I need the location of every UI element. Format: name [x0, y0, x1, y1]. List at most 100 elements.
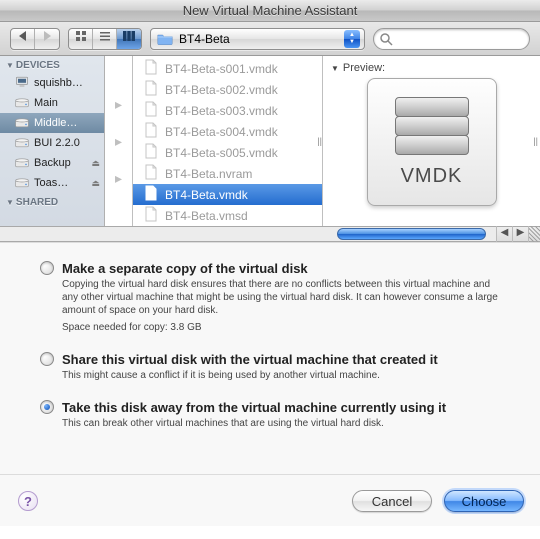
options-sheet: Make a separate copy of the virtual disk… [0, 242, 540, 474]
file-row[interactable]: BT4-Beta.nvram [133, 163, 322, 184]
sidebar-item[interactable]: Toas… ⏏ [0, 173, 104, 193]
sidebar-item[interactable]: squishb… [0, 73, 104, 93]
file-preview-icon: VMDK [367, 78, 497, 206]
file-row[interactable]: BT4-Beta-s005.vmdk [133, 142, 322, 163]
drive-icon [14, 95, 30, 112]
sidebar-shared-header: ▼SHARED [0, 193, 104, 210]
scrollbar-track[interactable] [0, 227, 496, 241]
file-name: BT4-Beta.vmdk [165, 188, 248, 202]
choose-button[interactable]: Choose [444, 490, 524, 512]
sidebar-item-label: BUI 2.2.0 [34, 137, 80, 149]
column-resize-handle[interactable]: || [317, 137, 322, 145]
drive-icon [14, 135, 30, 152]
drive-icon [14, 175, 30, 192]
path-popup[interactable]: BT4-Beta [150, 28, 365, 50]
document-icon [143, 59, 159, 78]
browser-resize-grip[interactable] [528, 226, 540, 242]
option-radio[interactable] [40, 261, 54, 275]
sidebar-devices-header: ▼DEVICES [0, 56, 104, 73]
option-description: This might cause a conflict if it is bei… [62, 369, 510, 382]
option-description: This can break other virtual machines th… [62, 417, 510, 430]
cancel-button[interactable]: Cancel [352, 490, 432, 512]
disk-option: Make a separate copy of the virtual disk… [40, 261, 510, 334]
column-view: ▸ ▸ ▸ BT4-Beta-s001.vmdk BT4-Beta-s002.vm… [105, 56, 540, 226]
eject-icon[interactable]: ⏏ [91, 158, 100, 169]
file-browser: ▼DEVICES squishb… Main Middle… BUI 2.2.0 Bac… [0, 56, 540, 226]
file-row[interactable]: BT4-Beta.vmsd [133, 205, 322, 226]
drive-icon [14, 155, 30, 172]
document-icon [143, 143, 159, 162]
column-resize-handle[interactable]: || [533, 137, 538, 145]
window-titlebar: New Virtual Machine Assistant [0, 0, 540, 22]
document-icon [143, 164, 159, 183]
document-icon [143, 185, 159, 204]
file-name: BT4-Beta.nvram [165, 167, 252, 181]
path-label: BT4-Beta [179, 32, 338, 46]
scrollbar-thumb[interactable] [337, 228, 486, 240]
toolbar: BT4-Beta [0, 22, 540, 56]
search-input[interactable] [373, 28, 530, 50]
option-radio[interactable] [40, 400, 54, 414]
drive-icon [14, 115, 30, 132]
document-icon [143, 80, 159, 99]
columns-icon [122, 29, 136, 43]
option-title: Take this disk away from the virtual mac… [62, 400, 446, 415]
sidebar-item-label: Toas… [34, 177, 68, 189]
document-icon [143, 122, 159, 141]
sidebar-item-label: Backup [34, 157, 71, 169]
option-radio[interactable] [40, 352, 54, 366]
file-name: BT4-Beta-s003.vmdk [165, 104, 278, 118]
file-name: BT4-Beta-s002.vmdk [165, 83, 278, 97]
option-description: Copying the virtual hard disk ensures th… [62, 278, 510, 317]
file-row[interactable]: BT4-Beta-s003.vmdk [133, 100, 322, 121]
column-view-button[interactable] [117, 29, 141, 49]
preview-header: ▼Preview: [331, 62, 385, 74]
chevron-right-icon: ▸ [115, 170, 122, 187]
file-name: BT4-Beta-s005.vmdk [165, 146, 278, 160]
sidebar-item[interactable]: Middle… [0, 113, 104, 133]
document-icon [143, 101, 159, 120]
drive-icon [14, 75, 30, 92]
sidebar-item[interactable]: BUI 2.2.0 [0, 133, 104, 153]
scroll-right-button[interactable]: ▶ [512, 226, 528, 242]
list-view-button[interactable] [93, 29, 117, 49]
file-name: BT4-Beta-s001.vmdk [165, 62, 278, 76]
triangle-left-icon [16, 29, 30, 43]
list-icon [98, 29, 112, 43]
sidebar-item[interactable]: Main [0, 93, 104, 113]
popup-arrows-icon [344, 30, 360, 48]
sidebar-item-label: Middle… [34, 117, 77, 129]
document-icon [143, 206, 159, 225]
file-row[interactable]: BT4-Beta-s004.vmdk [133, 121, 322, 142]
icon-view-button[interactable] [69, 29, 93, 49]
grid-icon [74, 29, 88, 43]
file-type-badge: VMDK [401, 165, 463, 188]
folder-icon [157, 32, 173, 46]
option-title: Make a separate copy of the virtual disk [62, 261, 308, 276]
back-button[interactable] [11, 29, 35, 49]
sidebar-item-label: Main [34, 97, 58, 109]
triangle-right-icon [40, 29, 54, 43]
window-title: New Virtual Machine Assistant [183, 3, 358, 18]
help-button[interactable]: ? [18, 491, 38, 511]
horizontal-scrollbar[interactable]: ◀ ▶ [0, 226, 540, 242]
file-row[interactable]: BT4-Beta-s001.vmdk [133, 58, 322, 79]
file-name: BT4-Beta-s004.vmdk [165, 125, 278, 139]
chevron-right-icon: ▸ [115, 133, 122, 150]
file-name: BT4-Beta.vmsd [165, 209, 248, 223]
file-row[interactable]: BT4-Beta-s002.vmdk [133, 79, 322, 100]
file-row[interactable]: BT4-Beta.vmdk [133, 184, 322, 205]
sidebar-item-label: squishb… [34, 77, 83, 89]
eject-icon[interactable]: ⏏ [91, 178, 100, 189]
sidebar-item[interactable]: Backup ⏏ [0, 153, 104, 173]
forward-button[interactable] [35, 29, 59, 49]
search-field-wrap [373, 28, 530, 50]
option-title: Share this virtual disk with the virtual… [62, 352, 438, 367]
disk-option: Share this virtual disk with the virtual… [40, 352, 510, 382]
column-0[interactable]: ▸ ▸ ▸ [105, 56, 133, 226]
sidebar: ▼DEVICES squishb… Main Middle… BUI 2.2.0 Bac… [0, 56, 105, 226]
disk-option: Take this disk away from the virtual mac… [40, 400, 510, 430]
chevron-right-icon: ▸ [115, 96, 122, 113]
option-extra: Space needed for copy: 3.8 GB [62, 321, 510, 334]
scroll-left-button[interactable]: ◀ [496, 226, 512, 242]
